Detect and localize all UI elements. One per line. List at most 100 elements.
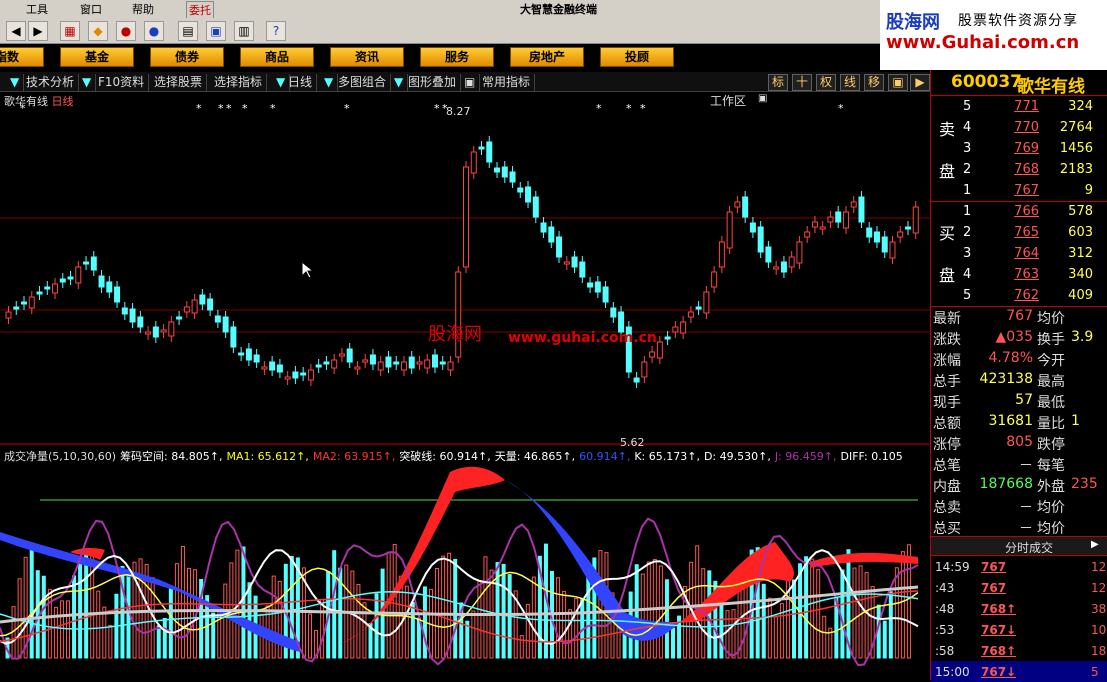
signal-star-icon: * xyxy=(640,102,646,115)
candle-body xyxy=(369,354,376,365)
signal-star-icon: * xyxy=(20,102,26,115)
volume-bar xyxy=(562,590,567,659)
candle-body xyxy=(734,201,741,208)
candle-body xyxy=(866,227,873,238)
line-button[interactable]: 线 xyxy=(840,74,860,91)
ask-row[interactable]: 1 767 9 xyxy=(961,180,1107,201)
candle-body xyxy=(331,359,338,369)
candle-body xyxy=(338,353,345,357)
candle-body xyxy=(416,361,423,365)
nav-fund[interactable]: 基金 xyxy=(60,47,134,67)
red-circle-icon[interactable]: ● xyxy=(116,21,136,41)
volume-bar xyxy=(441,555,446,659)
stat-k1: 总笔 xyxy=(933,458,961,474)
bid-row[interactable]: 5 762 409 xyxy=(961,285,1107,306)
nav-service[interactable]: 服务 xyxy=(420,47,494,67)
trade-button[interactable]: 委托 xyxy=(186,1,214,19)
window-toggle-icon[interactable]: ▣ xyxy=(888,74,908,91)
diamond-icon[interactable]: ◆ xyxy=(88,21,108,41)
candle-body xyxy=(168,321,175,337)
nav-news[interactable]: 资讯 xyxy=(330,47,404,67)
indicator-value: D: 49.530↑, xyxy=(703,450,771,462)
candle-body xyxy=(129,308,136,323)
candle-body xyxy=(664,336,671,340)
order-lvl: 4 xyxy=(963,120,972,135)
volume-bar xyxy=(180,545,185,659)
bid-row[interactable]: 1 766 578 xyxy=(961,201,1107,222)
tab-multi-chart[interactable]: 多图组合 xyxy=(334,74,392,91)
trade-row: :53 767↓ 10 xyxy=(931,619,1107,640)
candle-body xyxy=(408,356,415,369)
grid-icon[interactable]: ▥ xyxy=(234,21,254,41)
nav-realestate[interactable]: 房地产 xyxy=(510,47,584,67)
candle-body xyxy=(377,361,384,371)
tab-f10[interactable]: F10资料 xyxy=(94,74,150,91)
volume-bar xyxy=(840,569,845,659)
forward-icon[interactable]: ▶ xyxy=(28,21,48,41)
stat-k2: 最高 xyxy=(1037,374,1065,390)
stat-v1: － xyxy=(1019,500,1033,516)
volume-bar xyxy=(241,546,246,659)
stats-row: 内盘 187668 外盘 235 xyxy=(931,474,1107,495)
candle-body xyxy=(67,276,74,280)
trades-header[interactable]: 分时成交 ▶ xyxy=(931,536,1107,556)
mark-button[interactable]: 标 xyxy=(768,74,788,91)
chart-icon[interactable]: ▦ xyxy=(60,21,80,41)
nav-commodity[interactable]: 商品 xyxy=(240,47,314,67)
menu-help[interactable]: 帮助 xyxy=(132,1,154,17)
tab-overlay[interactable]: 图形叠加 xyxy=(404,74,462,91)
trade-time: :43 xyxy=(935,581,955,595)
candle-body xyxy=(486,141,493,163)
play-icon[interactable]: ▶ xyxy=(910,74,930,91)
window-icon[interactable]: ▣ xyxy=(206,21,226,41)
tab-technical-analysis[interactable]: 技术分析 xyxy=(22,74,80,91)
ask-row[interactable]: 2 768 2183 xyxy=(961,159,1107,180)
volume-bar xyxy=(767,597,772,659)
candle-body xyxy=(28,296,35,309)
ask-row[interactable]: 3 769 1456 xyxy=(961,138,1107,159)
order-lvl: 1 xyxy=(963,204,972,219)
tab-daily[interactable]: 日线 xyxy=(284,74,318,91)
volume-bar xyxy=(888,591,893,659)
volume-bar xyxy=(556,577,561,659)
signal-star-icon: * xyxy=(242,102,248,115)
blue-circle-icon[interactable]: ● xyxy=(144,21,164,41)
nav-bond[interactable]: 债券 xyxy=(150,47,224,67)
nav-advisor[interactable]: 投顾 xyxy=(600,47,674,67)
volume-bar xyxy=(519,635,524,659)
volume-bar xyxy=(586,574,591,659)
trade-price: 767↓ xyxy=(981,665,1017,679)
candle-body xyxy=(36,291,43,295)
bid-row[interactable]: 4 763 340 xyxy=(961,264,1107,285)
rights-button[interactable]: 权 xyxy=(816,74,836,91)
help-pointer-icon[interactable]: ? xyxy=(266,21,286,41)
order-vol: 324 xyxy=(1068,99,1093,114)
trade-price: 767 xyxy=(981,581,1007,595)
expand-arrow-icon[interactable]: ▶ xyxy=(1091,539,1105,553)
tab-common-indicators[interactable]: 常用指标 xyxy=(478,74,536,91)
order-px: 763 xyxy=(1014,267,1039,282)
crosshair-button[interactable]: 十 xyxy=(792,74,812,91)
stat-k2: 跌停 xyxy=(1037,437,1065,453)
volume-bar xyxy=(453,558,458,659)
nav-index[interactable]: 指数 xyxy=(0,47,44,67)
bid-row[interactable]: 2 765 603 xyxy=(961,222,1107,243)
volume-bar xyxy=(900,551,905,659)
document-icon[interactable]: ▤ xyxy=(178,21,198,41)
ask-row[interactable]: 4 770 2764 xyxy=(961,117,1107,138)
menu-tools[interactable]: 工具 xyxy=(26,1,48,17)
candle-body xyxy=(238,352,245,356)
order-px: 770 xyxy=(1014,120,1039,135)
bid-row[interactable]: 3 764 312 xyxy=(961,243,1107,264)
tab-select-indicator[interactable]: 选择指标 xyxy=(210,74,268,91)
menu-window[interactable]: 窗口 xyxy=(80,1,102,17)
back-icon[interactable]: ◀ xyxy=(6,21,26,41)
tab-select-stock[interactable]: 选择股票 xyxy=(150,74,208,91)
nav-bar: 指数 基金 债券 商品 资讯 服务 房地产 投顾 工作区 ▣ xyxy=(0,44,880,108)
trade-volume: 5 xyxy=(1091,665,1099,679)
candle-body xyxy=(199,294,206,305)
chart-area[interactable]: 歌华有线 日线 * * * * * * * * * * * * * 8.27 5.62 股海网 www.… xyxy=(0,92,930,680)
order-vol: 1456 xyxy=(1059,141,1093,156)
move-button[interactable]: 移 xyxy=(864,74,884,91)
ask-row[interactable]: 5 771 324 xyxy=(961,96,1107,117)
